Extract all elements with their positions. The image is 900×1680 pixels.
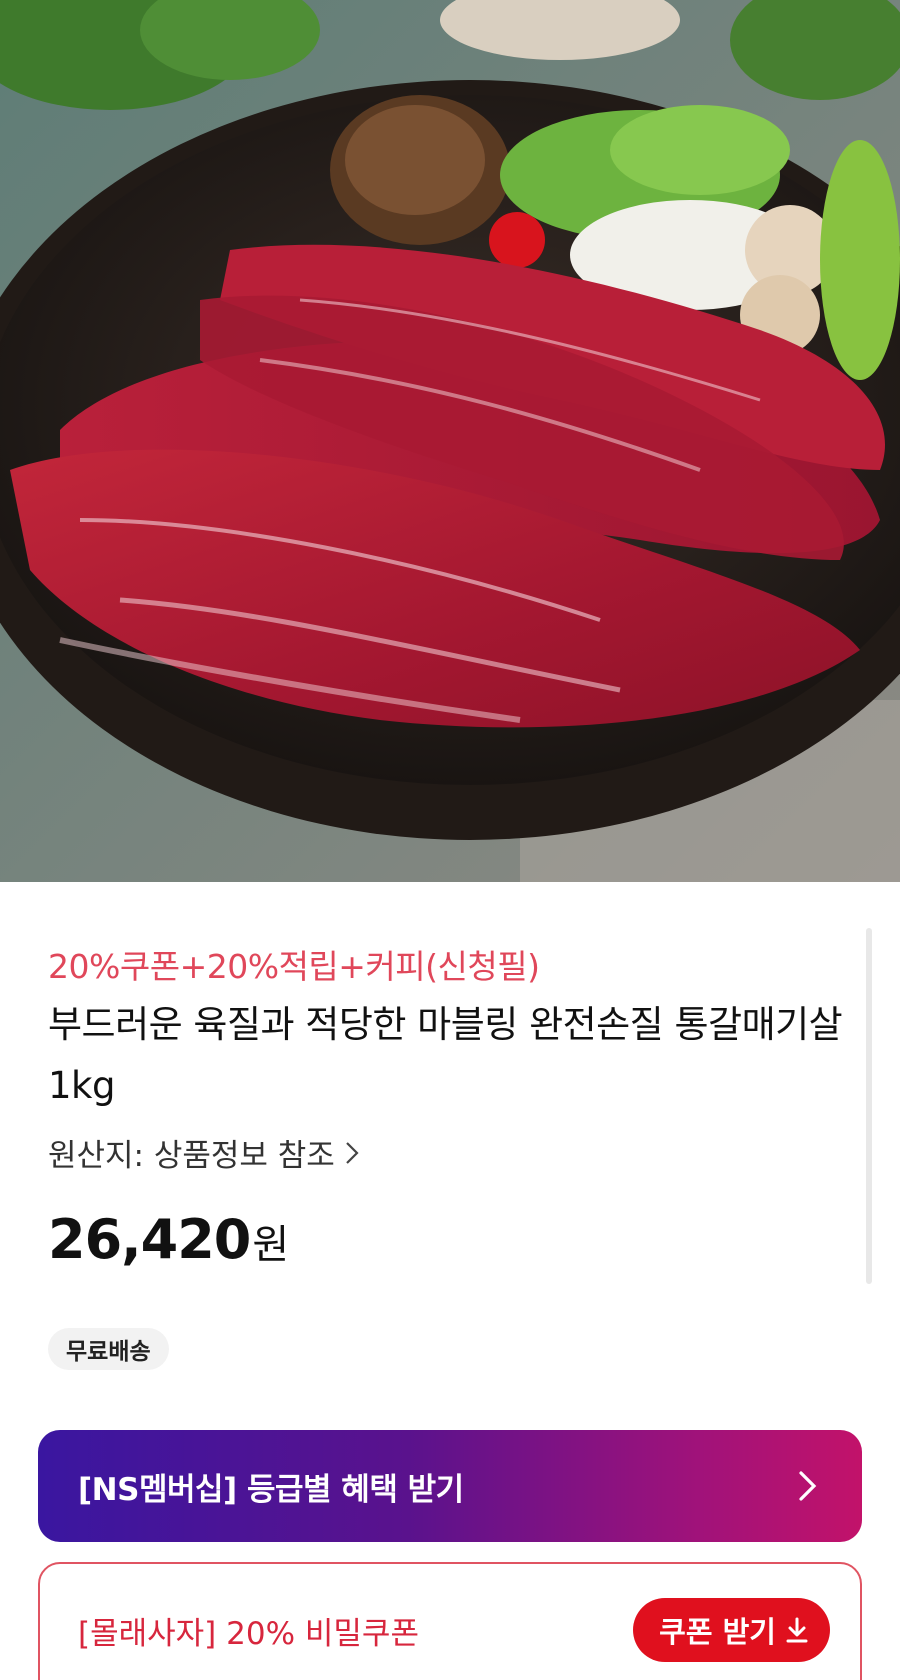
scrollbar[interactable] xyxy=(866,928,872,1284)
product-title: 부드러운 육질과 적당한 마블링 완전손질 통갈매기살 1kg xyxy=(48,1003,843,1107)
product-info-section: 20%쿠폰+20%적립+커피(신청필) 부드러운 육질과 적당한 마블링 완전손… xyxy=(0,882,900,1680)
membership-label: [NS멤버십] 등급별 혜택 받기 xyxy=(78,1471,464,1508)
get-coupon-label: 쿠폰 받기 xyxy=(659,1615,776,1649)
promo-text: 20%쿠폰+20%적립+커피(신청필) xyxy=(48,947,540,986)
price-amount: 26,420 xyxy=(48,1208,251,1271)
chevron-right-icon xyxy=(345,1138,367,1168)
price-unit: 원 xyxy=(252,1222,290,1268)
download-icon xyxy=(786,1617,808,1643)
origin-label: 원산지: 상품정보 참조 xyxy=(48,1138,335,1174)
chevron-right-icon xyxy=(798,1469,822,1503)
membership-benefit-button[interactable]: [NS멤버십] 등급별 혜택 받기 xyxy=(38,1430,862,1542)
get-coupon-button[interactable]: 쿠폰 받기 xyxy=(633,1598,830,1662)
free-shipping-badge: 무료배송 xyxy=(48,1328,169,1370)
price: 26,420 원 xyxy=(48,1208,289,1271)
coupon-label: [몰래사자] 20% 비밀쿠폰 xyxy=(78,1616,419,1652)
secret-coupon-banner: [몰래사자] 20% 비밀쿠폰 쿠폰 받기 xyxy=(38,1562,862,1680)
origin-link[interactable]: 원산지: 상품정보 참조 xyxy=(48,1130,367,1175)
product-image xyxy=(0,0,900,882)
